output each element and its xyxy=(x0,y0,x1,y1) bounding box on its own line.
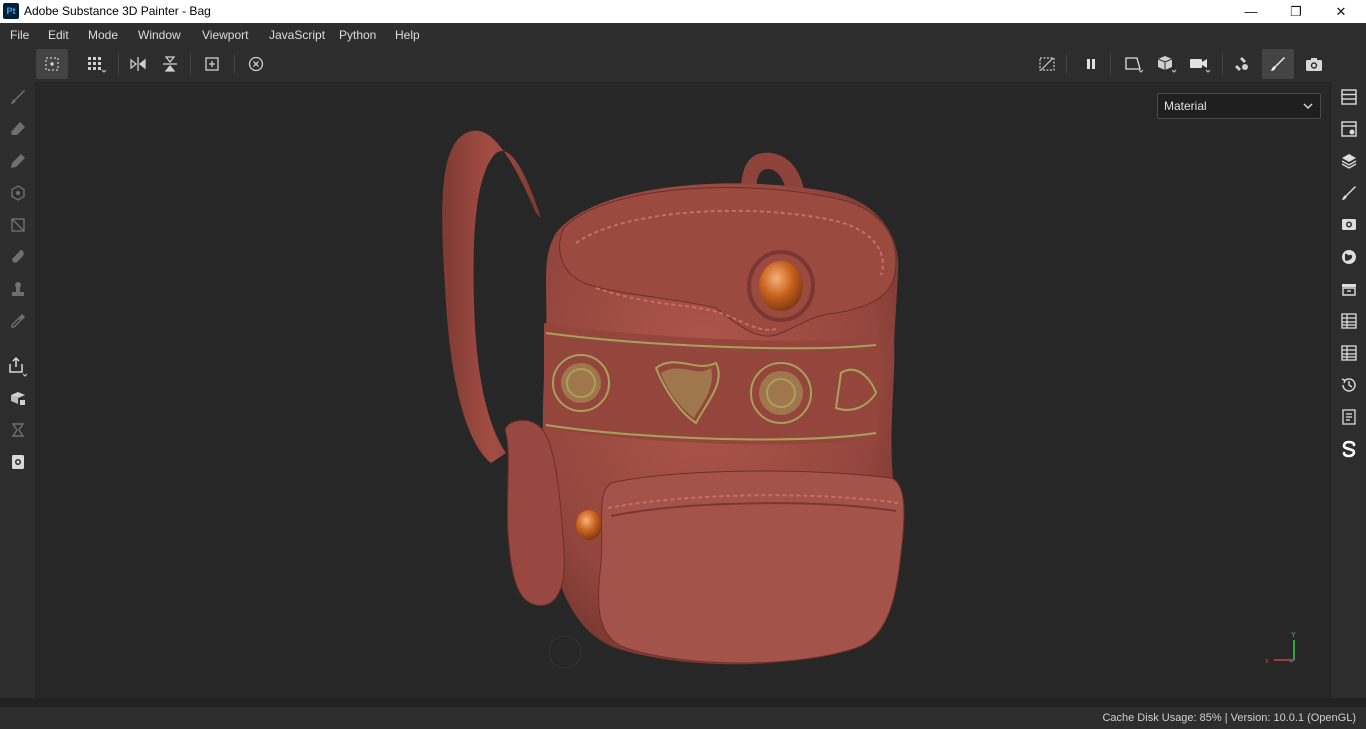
menu-viewport[interactable]: Viewport xyxy=(202,28,248,42)
layers-icon[interactable] xyxy=(1333,147,1365,175)
texture-set-list-icon[interactable] xyxy=(1333,83,1365,111)
symmetry-grid-icon[interactable] xyxy=(36,49,68,79)
menu-python[interactable]: Python xyxy=(339,28,376,42)
toolbar-divider xyxy=(118,54,119,74)
display-mode-icon[interactable] xyxy=(1151,49,1183,79)
menu-edit[interactable]: Edit xyxy=(48,28,69,42)
toolbar-divider xyxy=(1222,54,1223,74)
toolbar-divider xyxy=(1110,54,1111,74)
texture-set-settings-icon[interactable] xyxy=(1333,115,1365,143)
channel-dropdown[interactable]: Material xyxy=(1157,93,1321,119)
environment-icon[interactable] xyxy=(1333,243,1365,271)
menu-help[interactable]: Help xyxy=(395,28,420,42)
chevron-down-icon xyxy=(1302,100,1314,112)
material-hourglass-icon[interactable] xyxy=(2,416,33,444)
status-bar: Cache Disk Usage: 85% | Version: 10.0.1 … xyxy=(0,706,1366,729)
close-button[interactable]: ✕ xyxy=(1318,0,1364,23)
bottom-divider xyxy=(0,698,1366,706)
hide-overlay-icon[interactable] xyxy=(1031,49,1063,79)
clone-icon[interactable] xyxy=(2,275,33,303)
bag-model-render xyxy=(442,130,905,669)
title-bar: Pt Adobe Substance 3D Painter - Bag — ❐ … xyxy=(0,0,1366,23)
camera-perspective-icon[interactable] xyxy=(1118,49,1150,79)
eraser-icon[interactable] xyxy=(2,115,33,143)
toolbar-divider xyxy=(234,54,235,74)
viewport-3d[interactable]: Material Y x xyxy=(36,83,1330,698)
shader-settings-icon[interactable] xyxy=(1333,307,1365,335)
minimize-button[interactable]: — xyxy=(1228,0,1274,23)
mirror-y-icon[interactable] xyxy=(154,49,186,79)
projection-icon[interactable] xyxy=(2,147,33,175)
bake-icon[interactable] xyxy=(1226,49,1258,79)
menu-window[interactable]: Window xyxy=(138,28,181,42)
viewer-icon[interactable] xyxy=(2,448,33,476)
substance-logo-icon[interactable] xyxy=(1333,435,1365,463)
left-tool-palette xyxy=(0,82,36,698)
display-settings-icon[interactable] xyxy=(1333,211,1365,239)
axis-gizmo: Y x xyxy=(1261,628,1301,668)
paint-mode-icon[interactable] xyxy=(1262,49,1294,79)
assets-icon[interactable] xyxy=(1333,275,1365,303)
polygon-fill-icon[interactable] xyxy=(2,179,33,207)
reset-view-icon[interactable] xyxy=(240,49,272,79)
grid-options-icon[interactable] xyxy=(80,49,112,79)
bake-mesh-icon[interactable] xyxy=(2,384,33,412)
properties-icon[interactable] xyxy=(1333,179,1365,207)
camera-icon[interactable] xyxy=(1184,49,1216,79)
toolbar-divider xyxy=(1066,54,1067,74)
status-text: Cache Disk Usage: 85% | Version: 10.0.1 … xyxy=(1102,712,1356,724)
menu-bar: File Edit Mode Window Viewport JavaScrip… xyxy=(0,23,1366,46)
menu-javascript[interactable]: JavaScript xyxy=(269,28,325,42)
pause-icon[interactable] xyxy=(1075,49,1107,79)
menu-mode[interactable]: Mode xyxy=(88,28,118,42)
app-icon: Pt xyxy=(3,3,19,19)
axis-y-label: Y xyxy=(1291,632,1296,639)
channel-dropdown-value: Material xyxy=(1164,99,1207,113)
screenshot-icon[interactable] xyxy=(1298,49,1330,79)
menu-file[interactable]: File xyxy=(10,28,29,42)
history-icon[interactable] xyxy=(1333,371,1365,399)
top-toolbar xyxy=(0,46,1366,83)
geometry-mask-icon[interactable] xyxy=(2,211,33,239)
frame-selection-icon[interactable] xyxy=(196,49,228,79)
history-list-icon[interactable] xyxy=(1333,339,1365,367)
restore-button[interactable]: ❐ xyxy=(1273,0,1319,23)
mirror-x-icon[interactable] xyxy=(122,49,154,79)
log-icon[interactable] xyxy=(1333,403,1365,431)
axis-x-label: x xyxy=(1265,658,1269,665)
toolbar-divider xyxy=(190,54,191,74)
paint-icon[interactable] xyxy=(2,83,33,111)
export-icon[interactable] xyxy=(2,352,33,380)
window-title: Adobe Substance 3D Painter - Bag xyxy=(24,4,211,18)
smudge-icon[interactable] xyxy=(2,243,33,271)
right-panel-strip xyxy=(1330,82,1366,698)
color-picker-icon[interactable] xyxy=(2,307,33,335)
